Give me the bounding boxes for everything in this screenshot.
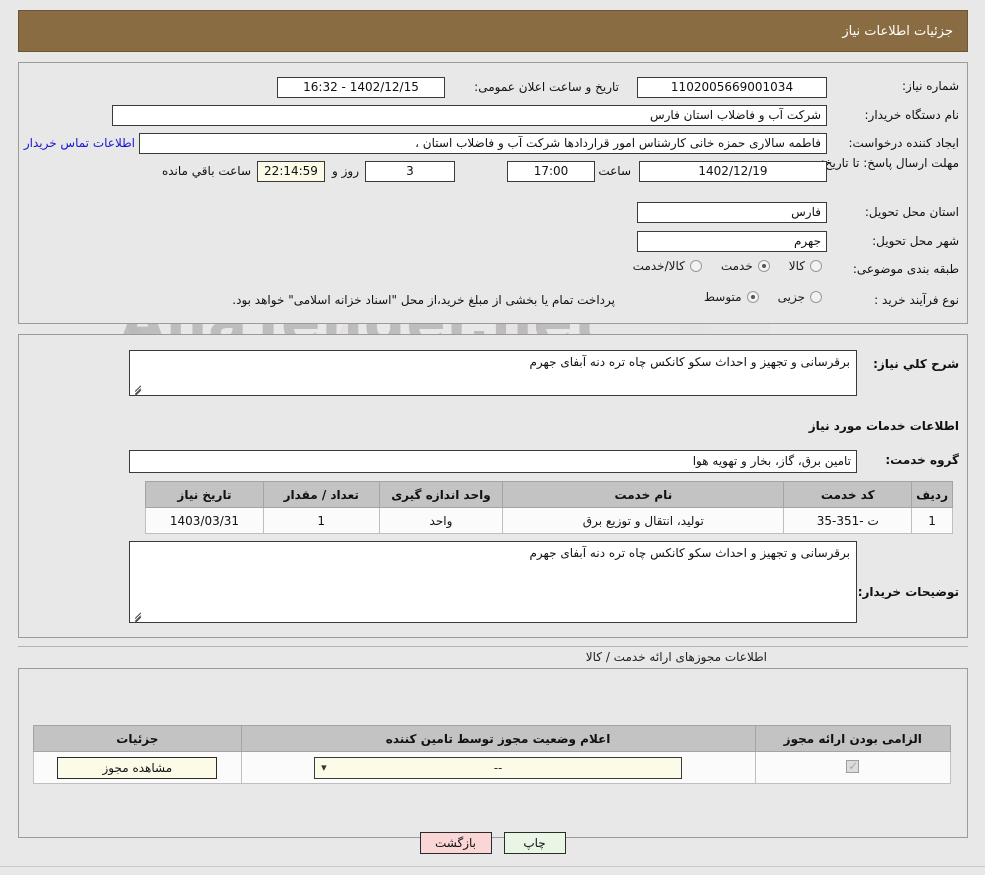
category-radio-group: کالا خدمت کالا/خدمت [619,259,827,273]
category-radio-label-0: کالا [788,259,805,273]
category-radio-label-2: کالا/خدمت [632,259,685,273]
buyer-notes-textarea[interactable]: برقرسانی و تجهیز و احداث سکو کانکس چاه ت… [129,541,857,623]
resize-grip-icon[interactable] [132,384,142,394]
delivery-province-field: فارس [637,202,827,223]
buyer-notes-value: برقرسانی و تجهیز و احداث سکو کانکس چاه ت… [529,546,851,560]
td-status: ▾ -- [240,751,756,784]
page-header-bar: جزئیات اطلاعات نیاز [18,10,968,52]
services-table: ردیف کد خدمت نام خدمت واحد اندازه گیری ت… [145,481,953,534]
permission-status-value: -- [493,760,503,775]
category-label: طبقه بندی موضوعی: [852,262,959,276]
buyer-org-field: شرکت آب و فاضلاب استان فارس [112,105,827,126]
need-summary-panel: شماره نیاز: 1102005669001034 تاریخ و ساع… [18,62,968,324]
requester-field: فاطمه سالاری حمزه خانی کارشناس امور قرار… [139,133,827,154]
permissions-table-wrap: الزامی بودن ارائه مجوز اعلام وضعیت مجوز … [33,725,951,784]
th-status: اعلام وضعیت مجوز توسط تامین کننده [240,725,756,752]
print-button[interactable]: چاپ [503,832,566,854]
delivery-city-field: جهرم [637,231,827,252]
need-number-row: شماره نیاز: [839,79,959,93]
general-desc-label: شرح کلي نیاز: [873,357,959,371]
th-unit: واحد اندازه گیری [378,481,504,508]
th-required: الزامی بودن ارائه مجوز [754,725,951,752]
remaining-hours-label: ساعت باقي مانده [161,164,251,178]
requester-label: ایجاد کننده درخواست: [848,136,959,150]
th-name: نام خدمت [502,481,785,508]
announce-datetime-label: تاریخ و ساعت اعلان عمومی: [474,80,619,94]
permissions-table-header-row: الزامی بودن ارائه مجوز اعلام وضعیت مجوز … [33,725,951,752]
services-table-wrap: ردیف کد خدمت نام خدمت واحد اندازه گیری ت… [145,481,953,534]
need-details-panel: شرح کلي نیاز: برقرسانی و تجهیز و احداث س… [18,334,968,638]
required-checkbox-icon [846,759,860,773]
th-date: تاریخ نیاز [145,481,264,508]
td-details: مشاهده مجوز [33,751,242,784]
service-group-label: گروه خدمت: [885,453,959,467]
deadline-label: مهلت ارسال پاسخ: تا تاریخ: [820,156,959,170]
process-radio-0[interactable] [810,291,822,303]
table-row: ▾ -- مشاهده مجوز [33,751,951,784]
chevron-down-icon: ▾ [321,760,327,774]
delivery-province-label: استان محل تحویل: [864,205,959,219]
td-date: 1403/03/31 [145,507,264,534]
bottom-divider [0,866,985,867]
permissions-table: الزامی بودن ارائه مجوز اعلام وضعیت مجوز … [33,725,951,784]
td-row: 1 [911,507,953,534]
permissions-panel: الزامی بودن ارائه مجوز اعلام وضعیت مجوز … [18,668,968,838]
th-details: جزئیات [33,725,242,752]
process-note: پرداخت تمام یا بخشی از مبلغ خرید،از محل … [232,293,615,307]
process-radio-1[interactable] [746,291,759,303]
table-row: 1 ت -351-35 تولید، انتقال و توزیع برق وا… [145,507,953,534]
td-code: ت -351-35 [783,507,913,534]
footer-actions: بازگشت چاپ [0,832,985,854]
services-info-title: اطلاعات خدمات مورد نیاز [808,419,959,433]
need-number-field: 1102005669001034 [637,77,827,98]
deadline-hour-label: ساعت [598,164,631,178]
service-group-field: تامین برق، گاز، بخار و تهویه هوا [129,450,857,473]
permission-status-select[interactable]: ▾ -- [314,756,683,779]
services-table-header-row: ردیف کد خدمت نام خدمت واحد اندازه گیری ت… [145,481,953,508]
process-radio-label-0: جزیی [777,290,805,304]
section-divider [18,646,968,647]
page-title: جزئیات اطلاعات نیاز [842,23,953,39]
remaining-time-field: 22:14:59 [257,161,325,182]
th-row: ردیف [911,481,953,508]
category-radio-label-1: خدمت [720,259,753,273]
delivery-city-label: شهر محل تحویل: [872,234,959,248]
deadline-date-field: 1402/12/19 [639,161,827,182]
page-root: AnaTender.net جزئیات اطلاعات نیاز شماره … [0,0,985,875]
category-radio-2[interactable] [689,260,702,272]
announce-datetime-field: 1402/12/15 - 16:32 [277,77,445,98]
need-number-label: شماره نیاز: [902,79,959,93]
td-qty: 1 [262,507,380,534]
buyer-org-label: نام دستگاه خریدار: [864,108,960,122]
process-radio-label-1: متوسط [703,290,742,304]
deadline-hour-field: 17:00 [507,161,595,182]
process-radio-group: جزیی متوسط [690,290,827,304]
days-and-label: روز و [332,164,359,178]
view-permission-button[interactable]: مشاهده مجوز [57,756,218,779]
general-desc-value: برقرسانی و تجهیز و احداث سکو کانکس چاه ت… [529,355,851,369]
remaining-days-field: 3 [365,161,455,182]
td-name: تولید، انتقال و توزیع برق [502,507,785,534]
td-unit: واحد [378,507,504,534]
category-radio-1[interactable] [757,260,770,272]
permissions-caption: اطلاعات مجوزهای ارائه خدمت / کالا [585,650,767,664]
th-code: کد خدمت [783,481,913,508]
back-button[interactable]: بازگشت [419,832,492,854]
general-desc-textarea[interactable]: برقرسانی و تجهیز و احداث سکو کانکس چاه ت… [129,350,857,396]
buyer-contact-link[interactable]: اطلاعات تماس خریدار [24,136,135,150]
td-required [754,751,951,784]
category-radio-0[interactable] [810,260,822,272]
th-qty: تعداد / مقدار [262,481,380,508]
resize-grip-icon[interactable] [132,611,142,621]
buyer-notes-label: توضیحات خریدار: [857,585,959,599]
process-label: نوع فرآیند خرید : [874,293,959,307]
